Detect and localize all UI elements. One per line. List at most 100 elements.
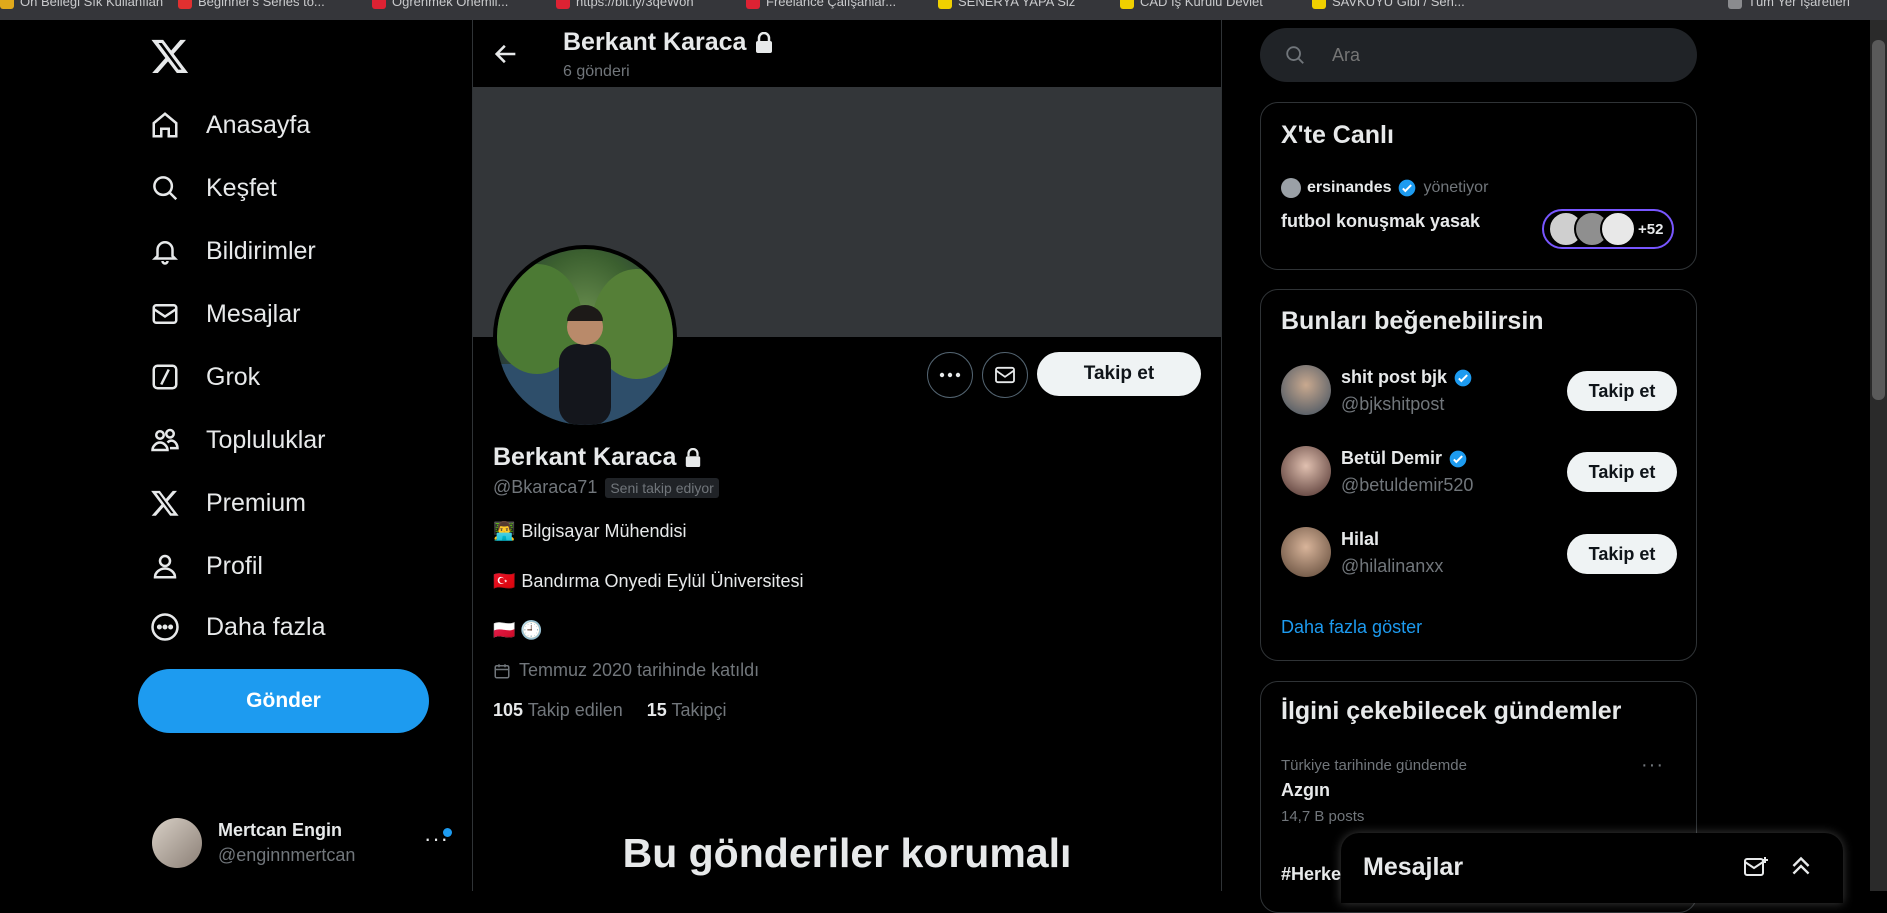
search-input[interactable] xyxy=(1330,43,1674,67)
followers-link[interactable]: 15 Takipçi xyxy=(647,700,727,721)
follow-stats: 105 Takip edilen 15 Takipçi xyxy=(493,700,727,721)
follow-button[interactable]: Takip et xyxy=(1567,534,1677,574)
person-icon xyxy=(153,554,177,579)
lock-icon xyxy=(686,447,701,467)
new-message-icon[interactable] xyxy=(1743,855,1769,879)
account-switcher[interactable]: Mertcan Engin @enginnmertcan xyxy=(152,818,355,868)
suggestion-handle: @bjkshitpost xyxy=(1341,394,1445,414)
bookmark-item[interactable]: SENERYA YAPA Siz xyxy=(938,0,1075,9)
nav-label: Daha fazla xyxy=(206,612,326,641)
live-listeners[interactable]: +52 xyxy=(1542,209,1674,249)
live-card: X'te Canlı ersinandes yönetiyor futbol k… xyxy=(1260,102,1697,270)
post-count: 6 gönderi xyxy=(563,63,630,80)
bio-line: 👨‍💻 Bilgisayar Mühendisi xyxy=(493,521,687,542)
post-button[interactable]: Gönder xyxy=(138,669,429,733)
bookmark-item[interactable]: CAD İş Kurulu Devlet xyxy=(1120,0,1263,9)
bookmark-item[interactable]: Freelance Çalışanlar... xyxy=(746,0,896,9)
nav-label: Bildirimler xyxy=(206,236,316,265)
calendar-icon xyxy=(494,663,510,678)
bookmark-item[interactable]: SAVKUYU Gibi / Sen... xyxy=(1312,0,1465,9)
messages-drawer-title: Mesajlar xyxy=(1363,853,1464,881)
more-circle-icon xyxy=(151,613,179,641)
suggestion-handle: @hilalinanxx xyxy=(1341,556,1444,576)
follow-button[interactable]: Takip et xyxy=(1567,452,1677,492)
nav-label: Grok xyxy=(206,362,261,391)
suggestion-handle: @betuldemir520 xyxy=(1341,475,1474,495)
ellipsis-icon xyxy=(939,372,961,378)
nav-messages[interactable]: Mesajlar xyxy=(150,292,300,336)
following-link[interactable]: 105 Takip edilen xyxy=(493,700,623,721)
avatar[interactable] xyxy=(1281,365,1331,415)
x-logo-icon[interactable] xyxy=(150,36,190,76)
nav-label: Profil xyxy=(206,551,263,580)
account-name: Mertcan Engin xyxy=(218,820,343,840)
nav-grok[interactable]: Grok xyxy=(150,355,260,399)
follows-you-badge: Seni takip ediyor xyxy=(605,477,719,498)
grok-icon xyxy=(152,364,178,390)
technologist-emoji-icon: 👨‍💻 xyxy=(493,521,516,541)
live-topic[interactable]: futbol konuşmak yasak xyxy=(1281,211,1480,232)
turkey-flag-icon: 🇹🇷 xyxy=(493,571,516,591)
nav-profile[interactable]: Profil xyxy=(150,544,263,588)
profile-name: Berkant Karaca xyxy=(493,443,702,472)
followers-count: 15 xyxy=(646,700,667,720)
trend-count: 14,7 B posts xyxy=(1281,808,1365,825)
following-label: Takip edilen xyxy=(527,700,623,720)
search-box[interactable] xyxy=(1260,28,1697,82)
account-handle: @enginnmertcan xyxy=(218,845,356,865)
nav-communities[interactable]: Topluluklar xyxy=(150,418,326,462)
follow-button[interactable]: Takip et xyxy=(1037,352,1201,396)
nav-premium[interactable]: Premium xyxy=(150,481,306,525)
flag-clock-emoji-icon: 🇵🇱 🕘 xyxy=(493,620,543,640)
avatar[interactable] xyxy=(1281,446,1331,496)
suggestion-name[interactable]: Hilal xyxy=(1341,529,1379,550)
trend-more-icon[interactable]: ··· xyxy=(1641,754,1664,777)
bookmark-all[interactable]: Tüm Yer İşaretleri xyxy=(1728,0,1850,9)
header-title: Berkant Karaca xyxy=(563,28,774,57)
more-options-button[interactable] xyxy=(927,352,973,398)
bookmark-item[interactable]: Ön Belleği Sık Kullanılan xyxy=(0,0,163,9)
follow-button[interactable]: Takip et xyxy=(1567,371,1677,411)
message-button[interactable] xyxy=(982,352,1028,398)
following-count: 105 xyxy=(493,700,524,720)
bookmark-item[interactable]: Beginner's Series to... xyxy=(178,0,325,9)
suggestion-name-text: shit post bjk xyxy=(1341,367,1448,387)
mail-icon xyxy=(152,304,178,324)
nav-notifications[interactable]: Bildirimler xyxy=(150,229,316,273)
profile-name-text: Berkant Karaca xyxy=(493,443,677,471)
bookmark-item[interactable]: Öğrenmek Önemli... xyxy=(372,0,508,9)
search-icon xyxy=(153,176,178,201)
profile-photo[interactable] xyxy=(493,245,677,429)
join-date-text: Temmuz 2020 tarihinde katıldı xyxy=(519,660,760,680)
live-host[interactable]: ersinandes yönetiyor xyxy=(1281,178,1488,198)
nav-explore[interactable]: Keşfet xyxy=(150,166,277,210)
avatar xyxy=(152,818,202,868)
trend-context: Türkiye tarihinde gündemde xyxy=(1281,757,1467,774)
trend-name[interactable]: Azgın xyxy=(1281,780,1330,801)
back-arrow-icon[interactable] xyxy=(492,40,520,68)
scrollbar-thumb[interactable] xyxy=(1872,40,1885,400)
host-avatar xyxy=(1281,178,1301,198)
live-title: X'te Canlı xyxy=(1281,121,1394,149)
messages-drawer[interactable]: Mesajlar xyxy=(1341,833,1843,903)
home-icon xyxy=(152,112,178,138)
bookmark-item[interactable]: https://bit.ly/3qeWoh xyxy=(556,0,694,9)
profile-handle: @Bkaraca71 Seni takip ediyor xyxy=(493,477,719,498)
search-icon xyxy=(1286,46,1304,64)
notification-dot xyxy=(443,828,452,837)
nav-home[interactable]: Anasayfa xyxy=(150,103,310,147)
suggestions-title: Bunları beğenebilirsin xyxy=(1281,307,1544,335)
nav-more[interactable]: Daha fazla xyxy=(150,605,326,649)
chevrons-up-icon[interactable] xyxy=(1788,853,1814,879)
join-date: Temmuz 2020 tarihinde katıldı xyxy=(493,660,759,681)
suggestion-name[interactable]: shit post bjk xyxy=(1341,367,1473,388)
verified-badge-icon xyxy=(1454,369,1472,386)
suggestion-name[interactable]: Betül Demir xyxy=(1341,448,1468,469)
profile-handle-text: @Bkaraca71 xyxy=(493,477,598,497)
verified-badge-icon xyxy=(1449,450,1467,467)
show-more-link[interactable]: Daha fazla göster xyxy=(1281,617,1422,638)
avatar[interactable] xyxy=(1281,527,1331,577)
people-icon xyxy=(151,428,179,452)
bio-line: 🇹🇷 Bandırma Onyedi Eylül Üniversitesi xyxy=(493,571,804,592)
trend-name[interactable]: #Herke xyxy=(1281,864,1341,885)
